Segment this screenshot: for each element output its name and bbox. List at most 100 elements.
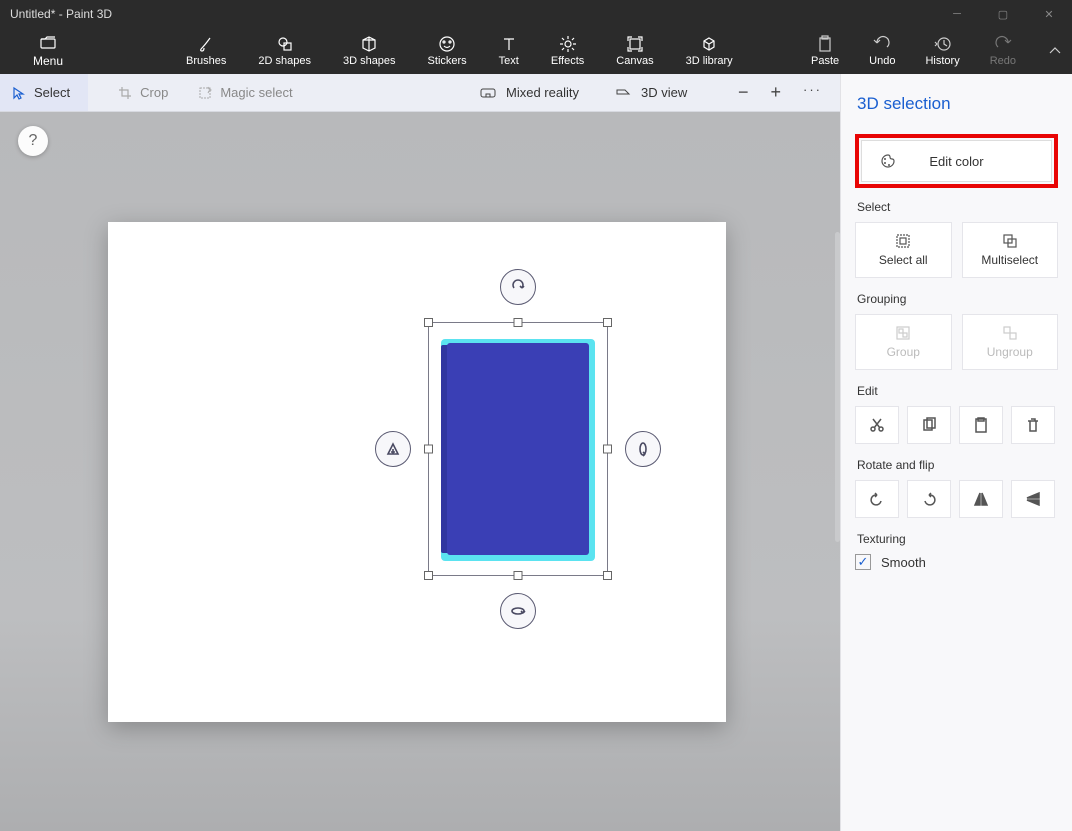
delete-button[interactable] <box>1011 406 1055 444</box>
ungroup-button: Ungroup <box>962 314 1059 370</box>
ungroup-icon <box>1002 325 1018 341</box>
paste-button[interactable] <box>959 406 1003 444</box>
edit-section-label: Edit <box>857 384 1058 398</box>
history-icon <box>934 35 952 53</box>
select-all-button[interactable]: Select all <box>855 222 952 278</box>
zoom-in-button[interactable]: + <box>770 82 781 103</box>
rotate-z-handle[interactable] <box>500 269 536 305</box>
panel-title: 3D selection <box>857 94 1058 114</box>
title-bar: Untitled* - Paint 3D ─ ▢ ✕ <box>0 0 1072 28</box>
3d-view-button[interactable]: 3D view <box>615 85 687 100</box>
library-3d-icon <box>700 35 718 53</box>
tool-3d-library[interactable]: 3D library <box>686 35 733 67</box>
shapes-2d-icon <box>276 35 294 53</box>
resize-handle-r[interactable] <box>603 445 612 454</box>
close-button[interactable]: ✕ <box>1026 0 1072 28</box>
properties-panel: 3D selection Edit color Select Select al… <box>840 74 1072 831</box>
resize-handle-tl[interactable] <box>424 318 433 327</box>
magic-select-icon <box>198 86 212 100</box>
tool-redo: Redo <box>990 35 1016 67</box>
cursor-icon <box>12 86 26 100</box>
delete-icon <box>1025 417 1041 433</box>
mixed-reality-icon <box>480 86 496 100</box>
copy-button[interactable] <box>907 406 951 444</box>
group-button: Group <box>855 314 952 370</box>
texturing-section-label: Texturing <box>857 532 1058 546</box>
multiselect-button[interactable]: Multiselect <box>962 222 1059 278</box>
flip-v-icon <box>1025 491 1041 507</box>
rotate-y-handle[interactable] <box>625 431 661 467</box>
menu-label: Menu <box>33 54 63 68</box>
brush-icon <box>197 35 215 53</box>
cut-button[interactable] <box>855 406 899 444</box>
zoom-out-button[interactable]: − <box>738 82 749 103</box>
tool-stickers[interactable]: Stickers <box>428 35 467 67</box>
3d-view-icon <box>615 86 631 100</box>
edit-color-highlight: Edit color <box>855 134 1058 188</box>
flip-horizontal-button[interactable] <box>959 480 1003 518</box>
edit-color-button[interactable]: Edit color <box>861 140 1052 182</box>
multiselect-icon <box>1002 233 1018 249</box>
top-ribbon: Menu Brushes 2D shapes 3D shapes Sticker… <box>0 28 1072 74</box>
folder-icon <box>39 34 57 52</box>
maximize-button[interactable]: ▢ <box>980 0 1026 28</box>
flip-vertical-button[interactable] <box>1011 480 1055 518</box>
resize-handle-t[interactable] <box>514 318 523 327</box>
magic-select-tool[interactable]: Magic select <box>198 85 292 100</box>
tool-2d-shapes[interactable]: 2D shapes <box>258 35 311 67</box>
smooth-checkbox-row[interactable]: ✓ Smooth <box>855 554 1058 570</box>
more-options-button[interactable]: ··· <box>803 82 822 103</box>
redo-icon <box>994 35 1012 53</box>
flip-h-icon <box>973 491 989 507</box>
minimize-button[interactable]: ─ <box>934 0 980 28</box>
tool-undo[interactable]: Undo <box>869 35 895 67</box>
paste-icon <box>816 35 834 53</box>
rotate-flip-section-label: Rotate and flip <box>857 458 1058 472</box>
cut-icon <box>869 417 885 433</box>
copy-icon <box>921 417 937 433</box>
effects-icon <box>559 35 577 53</box>
tool-history[interactable]: History <box>925 35 959 67</box>
tool-3d-shapes[interactable]: 3D shapes <box>343 35 396 67</box>
group-icon <box>895 325 911 341</box>
select-section-label: Select <box>857 200 1058 214</box>
tool-text[interactable]: Text <box>499 35 519 67</box>
crop-icon <box>118 86 132 100</box>
palette-icon <box>880 153 896 169</box>
tool-paste[interactable]: Paste <box>811 35 839 67</box>
resize-handle-bl[interactable] <box>424 571 433 580</box>
select-tool[interactable]: Select <box>0 74 88 111</box>
canvas-area[interactable] <box>108 222 726 722</box>
depth-handle[interactable] <box>375 431 411 467</box>
rotate-ccw-button[interactable] <box>855 480 899 518</box>
menu-button[interactable]: Menu <box>0 34 96 68</box>
crop-tool[interactable]: Crop <box>118 85 168 100</box>
workspace[interactable]: ? <box>0 112 840 831</box>
stickers-icon <box>438 35 456 53</box>
selection-box[interactable] <box>428 322 608 576</box>
collapse-ribbon-button[interactable] <box>1046 42 1064 60</box>
smooth-label: Smooth <box>881 555 926 570</box>
resize-handle-l[interactable] <box>424 445 433 454</box>
tool-canvas[interactable]: Canvas <box>616 35 653 67</box>
cube-front-face[interactable] <box>447 343 589 555</box>
resize-handle-br[interactable] <box>603 571 612 580</box>
rotate-cw-button[interactable] <box>907 480 951 518</box>
rotate-ccw-icon <box>869 491 885 507</box>
tool-effects[interactable]: Effects <box>551 35 584 67</box>
resize-handle-tr[interactable] <box>603 318 612 327</box>
paste-icon <box>973 417 989 433</box>
rotate-x-handle[interactable] <box>500 593 536 629</box>
rotate-cw-icon <box>921 491 937 507</box>
help-button[interactable]: ? <box>18 126 48 156</box>
canvas-icon <box>626 35 644 53</box>
window-title: Untitled* - Paint 3D <box>10 7 112 21</box>
text-icon <box>500 35 518 53</box>
grouping-section-label: Grouping <box>857 292 1058 306</box>
select-all-icon <box>895 233 911 249</box>
chevron-up-icon <box>1046 42 1064 60</box>
smooth-checkbox[interactable]: ✓ <box>855 554 871 570</box>
resize-handle-b[interactable] <box>514 571 523 580</box>
mixed-reality-button[interactable]: Mixed reality <box>480 85 579 100</box>
tool-brushes[interactable]: Brushes <box>186 35 226 67</box>
